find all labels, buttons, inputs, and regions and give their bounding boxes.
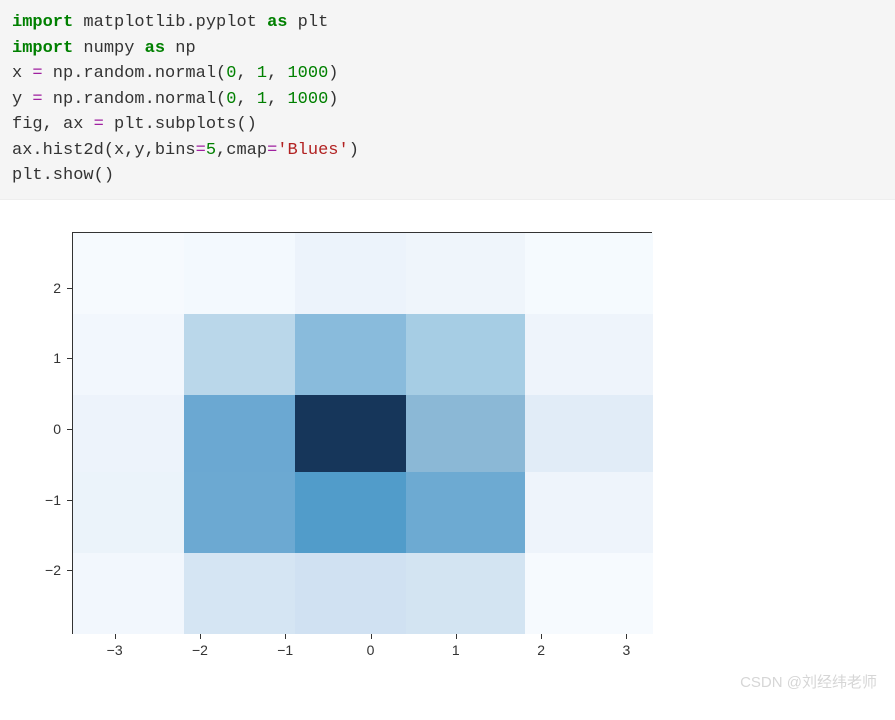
y-tick-label: 0 — [35, 421, 61, 437]
code-token: 0 — [226, 64, 236, 83]
x-tick-mark — [115, 634, 116, 639]
heatmap-cell — [525, 472, 653, 553]
x-tick-label: 3 — [623, 642, 631, 658]
code-token: , — [236, 64, 256, 83]
heatmap-cell — [73, 395, 184, 473]
code-token: plt.show() — [12, 166, 114, 185]
heatmap-cell — [295, 553, 406, 634]
code-token: np.random.normal( — [43, 64, 227, 83]
y-tick-label: −1 — [35, 492, 61, 508]
code-token: , — [267, 90, 287, 109]
code-token: numpy — [83, 39, 134, 58]
x-tick-label: −1 — [277, 642, 293, 658]
heatmap-cell — [295, 472, 406, 553]
y-tick-mark — [67, 500, 72, 501]
code-token: = — [32, 90, 42, 109]
heatmap-cell — [406, 395, 525, 473]
code-token: import — [12, 13, 73, 32]
x-tick-label: −3 — [107, 642, 123, 658]
code-token: import — [12, 39, 73, 58]
heatmap-cell — [295, 395, 406, 473]
heatmap-cell — [525, 233, 653, 314]
x-tick-label: −2 — [192, 642, 208, 658]
heatmap-cell — [184, 314, 295, 395]
code-token: 0 — [226, 90, 236, 109]
chart-output: −2 −1 0 1 2 −3 −2 −1 0 1 2 3 CSDN @刘经纬老师 — [0, 200, 895, 720]
code-token: 1000 — [287, 64, 328, 83]
y-tick-label: 1 — [35, 350, 61, 366]
y-tick-mark — [67, 358, 72, 359]
heatmap-cell — [73, 472, 184, 553]
code-token: = — [267, 141, 277, 160]
heatmap-cell — [406, 553, 525, 634]
code-token: = — [94, 115, 104, 134]
code-token: np — [175, 39, 195, 58]
y-tick-mark — [67, 288, 72, 289]
code-token: as — [145, 39, 165, 58]
heatmap-cell — [73, 553, 184, 634]
heatmap-cell — [406, 472, 525, 553]
x-tick-mark — [285, 634, 286, 639]
heatmap-cell — [73, 314, 184, 395]
code-token: fig, ax — [12, 115, 94, 134]
code-token: ax.hist2d(x,y,bins — [12, 141, 196, 160]
heatmap-cell — [73, 233, 184, 314]
code-token: 1 — [257, 64, 267, 83]
x-tick-mark — [541, 634, 542, 639]
x-tick-mark — [371, 634, 372, 639]
x-tick-label: 2 — [537, 642, 545, 658]
code-token: 'Blues' — [277, 141, 348, 160]
heatmap-cell — [406, 233, 525, 314]
code-token: x — [12, 64, 32, 83]
watermark-text: CSDN @刘经纬老师 — [740, 671, 877, 692]
x-tick-mark — [200, 634, 201, 639]
code-token: 5 — [206, 141, 216, 160]
heatmap-cell — [295, 314, 406, 395]
code-token: plt — [298, 13, 329, 32]
code-token: 1000 — [287, 90, 328, 109]
heatmap-cell — [184, 553, 295, 634]
y-tick-mark — [67, 570, 72, 571]
heatmap-cell — [525, 553, 653, 634]
code-token: ) — [328, 64, 338, 83]
heatmap-cell — [184, 472, 295, 553]
code-block: import matplotlib.pyplot as plt import n… — [0, 0, 895, 200]
code-token: = — [196, 141, 206, 160]
heatmap-cell — [406, 314, 525, 395]
code-token: = — [32, 64, 42, 83]
code-token: ) — [349, 141, 359, 160]
code-token: as — [267, 13, 287, 32]
code-token: y — [12, 90, 32, 109]
code-token: , — [236, 90, 256, 109]
heatmap-cell — [525, 395, 653, 473]
heatmap-cell — [525, 314, 653, 395]
x-tick-mark — [626, 634, 627, 639]
y-tick-label: −2 — [35, 562, 61, 578]
heatmap-plot — [72, 232, 652, 634]
y-tick-mark — [67, 429, 72, 430]
code-token: plt.subplots() — [104, 115, 257, 134]
x-tick-mark — [456, 634, 457, 639]
x-tick-label: 0 — [367, 642, 375, 658]
code-token: ) — [328, 90, 338, 109]
heatmap-cell — [295, 233, 406, 314]
code-token: , — [267, 64, 287, 83]
code-token: matplotlib.pyplot — [83, 13, 256, 32]
code-token: np.random.normal( — [43, 90, 227, 109]
heatmap-cell — [184, 395, 295, 473]
y-tick-label: 2 — [35, 280, 61, 296]
code-token: ,cmap — [216, 141, 267, 160]
x-tick-label: 1 — [452, 642, 460, 658]
code-token: 1 — [257, 90, 267, 109]
heatmap-cell — [184, 233, 295, 314]
